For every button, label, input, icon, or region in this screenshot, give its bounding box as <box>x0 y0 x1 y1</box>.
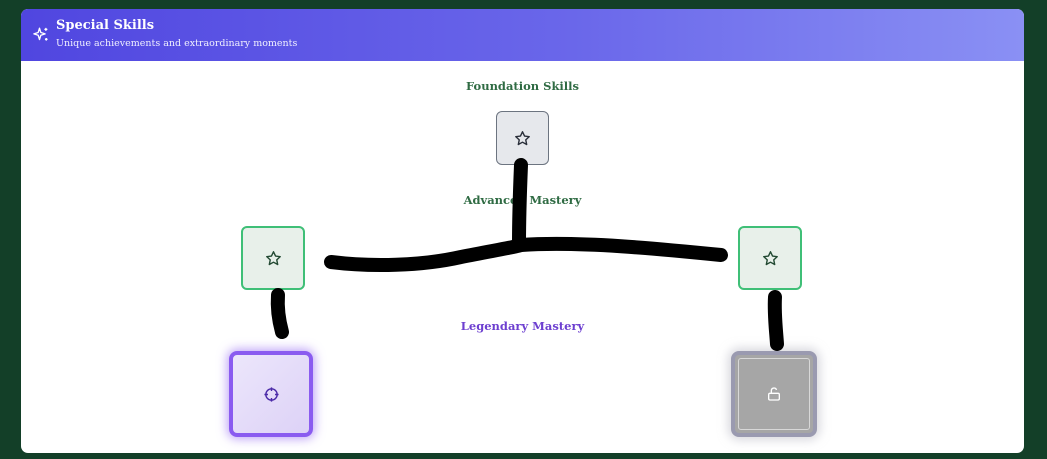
connector-foundation-trunk <box>512 158 528 250</box>
connector-left-down <box>270 288 289 339</box>
connector-right-branch <box>514 236 728 262</box>
connector-left-branch <box>324 238 528 272</box>
skill-connector-strokes <box>270 158 784 351</box>
special-skills-panel: Special Skills Unique achievements and e… <box>21 9 1024 453</box>
connector-right-down <box>767 290 784 351</box>
